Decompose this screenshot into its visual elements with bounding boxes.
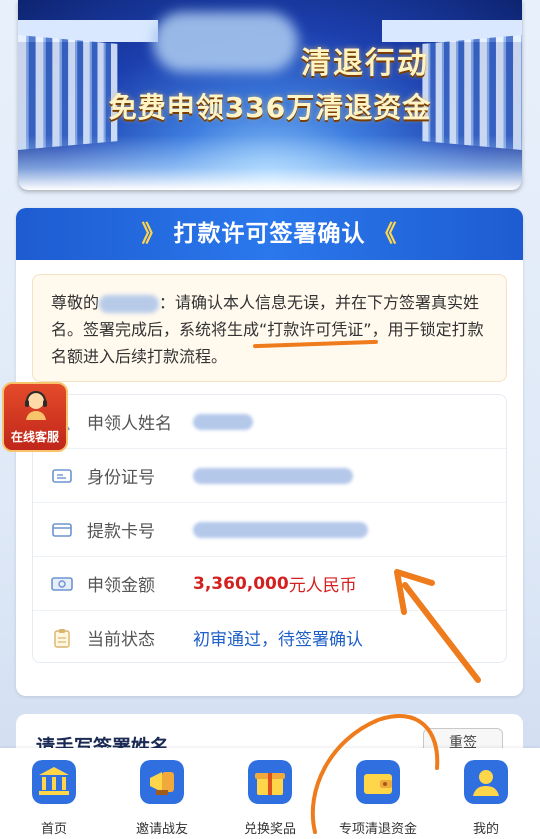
redacted-name bbox=[99, 294, 160, 313]
banner-horizon bbox=[18, 135, 522, 190]
row-claimant-name: 申领人姓名 bbox=[33, 395, 506, 449]
card-title: 打款许可签署确认 bbox=[173, 221, 366, 247]
gift-icon bbox=[248, 760, 292, 804]
banknote-icon bbox=[51, 573, 73, 595]
row-label: 申领金额 bbox=[87, 576, 155, 596]
amount-unit: 元人民币 bbox=[288, 576, 357, 596]
card-header: 》打款许可签署确认《 bbox=[16, 208, 523, 260]
redacted-value bbox=[193, 467, 353, 484]
nav-item-invite[interactable]: 邀请战友 bbox=[108, 748, 216, 839]
banner-title: 清退行动 bbox=[301, 46, 429, 81]
id-card-icon bbox=[51, 465, 73, 487]
nav-label: 邀请战友 bbox=[135, 822, 188, 837]
nav-item-prizes[interactable]: 兑换奖品 bbox=[216, 748, 324, 839]
row-label: 申领人姓名 bbox=[87, 414, 172, 434]
chevron-right-decoration: 》 bbox=[141, 221, 166, 247]
bank-icon bbox=[32, 760, 76, 804]
payment-permission-card: 》打款许可签署确认《 尊敬的 ：请确认本人信息无误，并在下方签署真实姓名。签署完成… bbox=[16, 208, 523, 696]
nav-label: 首页 bbox=[40, 822, 67, 837]
nav-item-special-fund[interactable]: 专项清退资金 bbox=[324, 748, 432, 839]
row-label: 当前状态 bbox=[87, 630, 155, 650]
bank-card-icon bbox=[51, 519, 73, 541]
top-banner[interactable]: 清退行动 免费申领336万清退资金 bbox=[18, 0, 522, 190]
amount-value: 3,360,000 bbox=[193, 573, 289, 594]
nav-item-home[interactable]: 首页 bbox=[0, 748, 108, 839]
info-table: 申领人姓名 身份证号 提款卡号 申领金额 3,360,000 元人民币 当前状态… bbox=[32, 394, 507, 663]
row-amount: 申领金额 3,360,000 元人民币 bbox=[33, 557, 506, 611]
megaphone-icon bbox=[140, 760, 184, 804]
chevron-left-decoration: 《 bbox=[373, 221, 398, 247]
notice-text-1: 尊敬的 bbox=[51, 293, 100, 312]
notice-box: 尊敬的 ：请确认本人信息无误，并在下方签署真实姓名。签署完成后，系统将生成“打款许… bbox=[32, 274, 507, 382]
banner-redacted-area bbox=[153, 12, 298, 72]
nav-label: 专项清退资金 bbox=[338, 822, 417, 837]
online-support-button[interactable]: 在线客服 bbox=[2, 382, 68, 452]
redacted-value bbox=[193, 413, 253, 430]
row-label: 提款卡号 bbox=[87, 522, 155, 542]
nav-item-me[interactable]: 我的 bbox=[432, 748, 540, 839]
row-id-number: 身份证号 bbox=[33, 449, 506, 503]
clipboard-icon bbox=[51, 627, 73, 649]
headset-agent-icon bbox=[25, 391, 47, 420]
status-value: 初审通过，待签署确认 bbox=[193, 630, 363, 650]
row-bank-card: 提款卡号 bbox=[33, 503, 506, 557]
row-label: 身份证号 bbox=[87, 468, 155, 488]
bottom-nav: 首页 邀请战友 兑换奖品 专项清退资金 我的 bbox=[0, 748, 540, 839]
notice-highlight: “打款许可凭证” bbox=[259, 320, 372, 339]
user-icon bbox=[464, 760, 508, 804]
row-status: 当前状态 初审通过，待签署确认 bbox=[33, 611, 506, 664]
wallet-icon bbox=[356, 760, 400, 804]
redacted-value bbox=[193, 521, 368, 538]
nav-label: 我的 bbox=[472, 822, 499, 837]
nav-label: 兑换奖品 bbox=[243, 822, 296, 837]
support-label: 在线客服 bbox=[10, 430, 59, 444]
banner-subtitle: 免费申领336万清退资金 bbox=[108, 91, 432, 124]
